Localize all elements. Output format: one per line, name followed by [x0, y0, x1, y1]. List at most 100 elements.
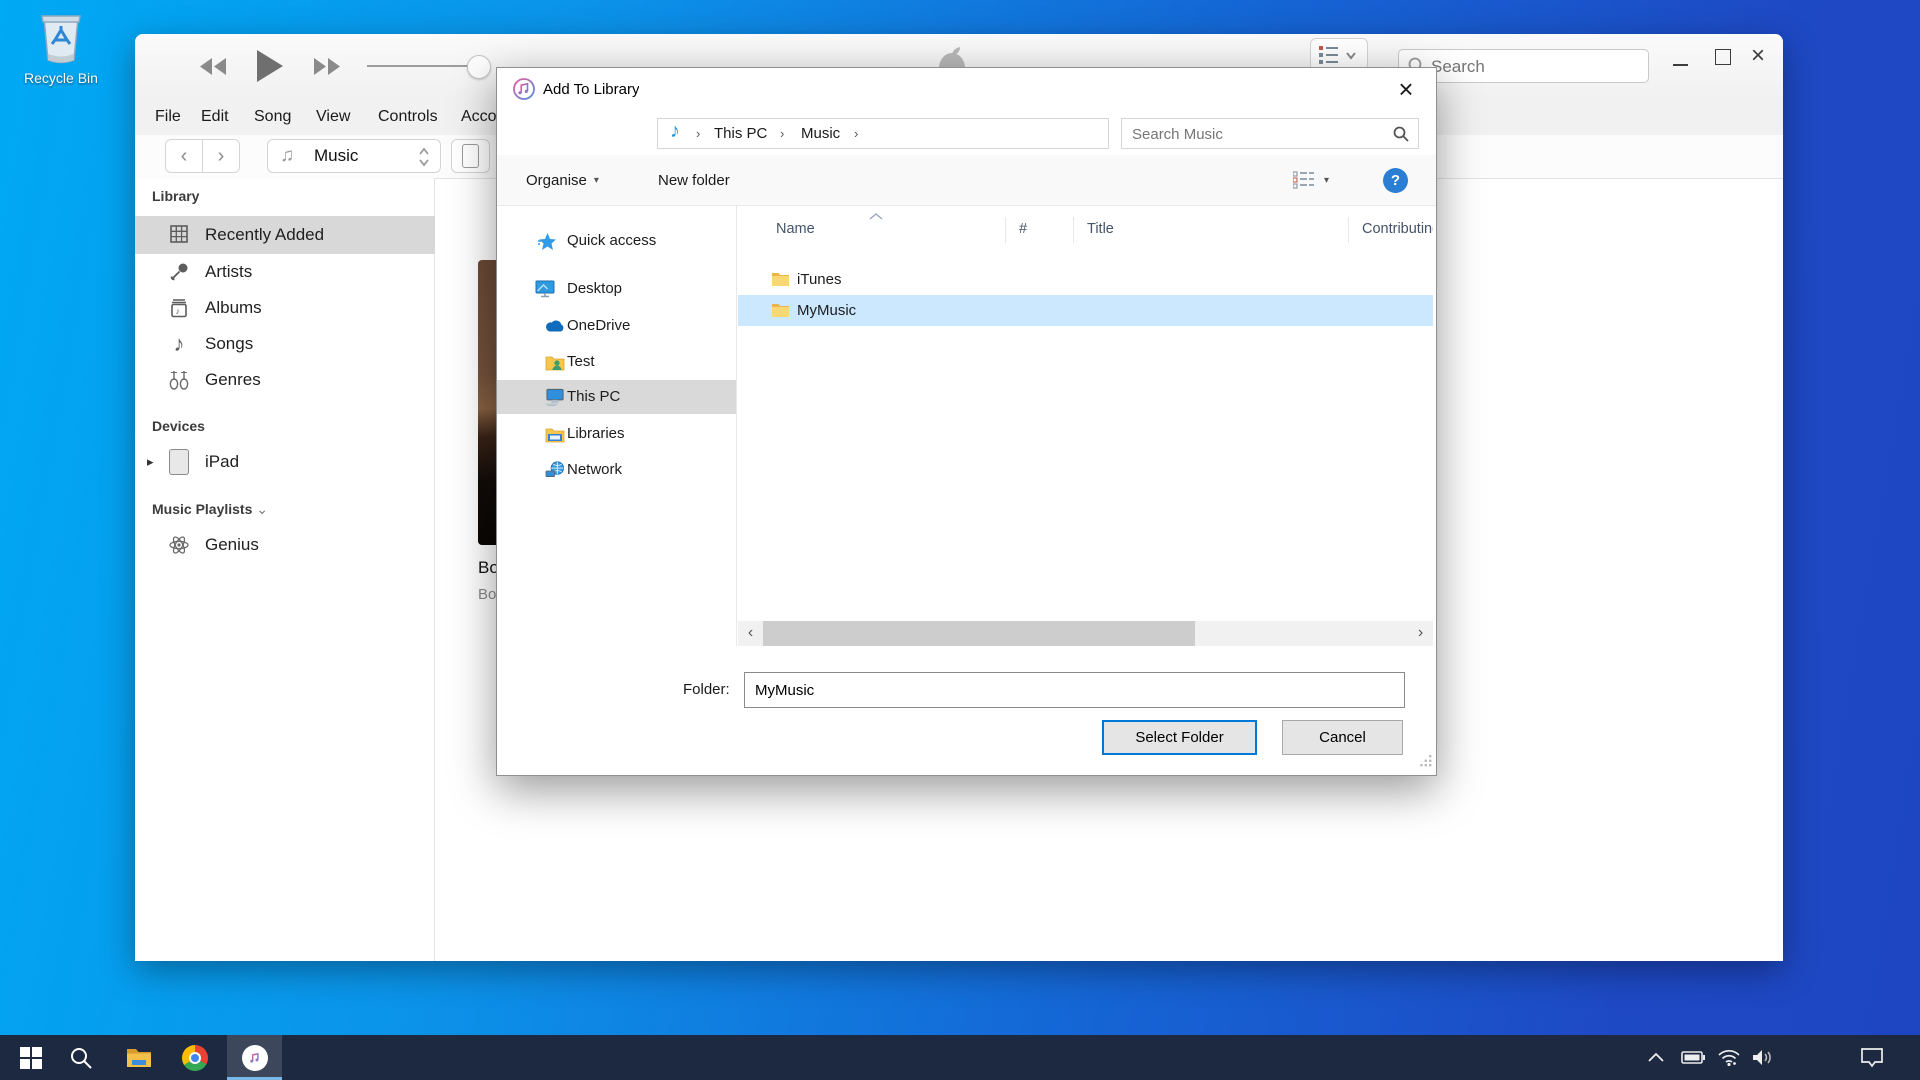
- sidebar-item-songs[interactable]: ♪ Songs: [135, 326, 435, 362]
- folder-name-input[interactable]: [744, 672, 1405, 708]
- collapse-chevron-icon: ⌄: [256, 501, 268, 517]
- menu-controls[interactable]: Controls: [378, 98, 438, 135]
- wifi-icon[interactable]: [1712, 1035, 1746, 1080]
- view-mode-button[interactable]: ▾: [1293, 155, 1329, 205]
- dialog-search-input[interactable]: [1130, 120, 1384, 149]
- help-button[interactable]: ?: [1383, 168, 1408, 193]
- close-button[interactable]: ×: [1751, 42, 1765, 70]
- breadcrumb-this-pc[interactable]: This PC: [714, 119, 767, 148]
- menu-view[interactable]: View: [316, 98, 350, 135]
- tree-item-test[interactable]: Test: [497, 344, 736, 380]
- scroll-left-arrow[interactable]: ‹: [738, 621, 763, 646]
- volume-slider-knob[interactable]: [467, 55, 491, 79]
- new-folder-button[interactable]: New folder: [658, 155, 730, 205]
- tree-item-onedrive[interactable]: OneDrive: [497, 308, 736, 344]
- quick-access-star-icon: [537, 231, 557, 251]
- library-selector-value: Music: [314, 146, 358, 166]
- resize-grip[interactable]: [1420, 754, 1432, 771]
- start-button[interactable]: [8, 1035, 54, 1080]
- dialog-title: Add To Library: [543, 68, 639, 111]
- file-row-mymusic-selected[interactable]: MyMusic: [738, 295, 1433, 326]
- itunes-search-input[interactable]: [1429, 51, 1643, 83]
- breadcrumb-sep[interactable]: ›: [854, 119, 858, 148]
- svg-text:♪: ♪: [176, 306, 181, 316]
- breadcrumb-sep: ›: [696, 119, 700, 148]
- onedrive-cloud-icon: [545, 316, 565, 336]
- folder-icon: [771, 271, 790, 291]
- sidebar-item-albums[interactable]: ♪ Albums: [135, 290, 435, 326]
- play-button[interactable]: [255, 50, 283, 87]
- column-header-title[interactable]: Title: [1087, 212, 1114, 246]
- folder-field-label: Folder:: [683, 672, 730, 708]
- windows-logo-icon: [20, 1047, 42, 1069]
- libraries-icon: [545, 424, 565, 444]
- ipad-device-icon: [165, 449, 193, 475]
- pane-divider[interactable]: [736, 206, 737, 646]
- scrollbar-thumb[interactable]: [763, 621, 1195, 646]
- taskbar-itunes-button[interactable]: [227, 1035, 282, 1080]
- tree-item-this-pc[interactable]: This PC: [497, 380, 736, 414]
- music-playlists-header[interactable]: Music Playlists ⌄: [152, 501, 268, 518]
- add-to-library-dialog: Add To Library × ← → ↑ ♪ › This PC › Mus…: [496, 67, 1437, 776]
- note-icon: ♪: [165, 331, 193, 357]
- recycle-bin-icon: [18, 10, 104, 68]
- horizontal-scrollbar[interactable]: ‹ ›: [738, 621, 1433, 646]
- library-selector[interactable]: ♫ Music: [267, 139, 441, 173]
- file-row-itunes[interactable]: iTunes: [738, 264, 1433, 295]
- action-center-icon[interactable]: [1852, 1035, 1892, 1080]
- minimize-button[interactable]: [1673, 64, 1688, 66]
- breadcrumb-bar[interactable]: ♪ › This PC › Music › ↻: [657, 118, 1109, 149]
- chevron-updown-icon: [418, 146, 430, 173]
- column-header-name[interactable]: Name: [776, 212, 815, 246]
- dialog-titlebar[interactable]: Add To Library ×: [497, 68, 1436, 111]
- sidebar-item-recently-added[interactable]: Recently Added: [135, 216, 435, 254]
- breadcrumb-music[interactable]: Music: [801, 119, 840, 148]
- tree-item-network[interactable]: Network: [497, 452, 736, 488]
- menu-song[interactable]: Song: [254, 98, 291, 135]
- tree-item-libraries[interactable]: Libraries: [497, 416, 736, 452]
- column-divider[interactable]: [1348, 217, 1349, 243]
- sidebar-item-artists[interactable]: Artists: [135, 254, 435, 290]
- itunes-app-icon: [513, 78, 535, 104]
- sort-ascending-icon: [869, 207, 883, 224]
- sidebar-item-genres[interactable]: Genres: [135, 362, 435, 398]
- search-icon[interactable]: [1393, 126, 1409, 146]
- dialog-search-box[interactable]: [1121, 118, 1419, 149]
- device-button[interactable]: [451, 139, 490, 173]
- dialog-close-icon[interactable]: ×: [1389, 72, 1423, 106]
- menu-file[interactable]: File: [155, 98, 181, 135]
- column-divider[interactable]: [1073, 217, 1074, 243]
- battery-icon[interactable]: [1676, 1035, 1710, 1080]
- tree-item-quick-access[interactable]: Quick access: [497, 223, 736, 259]
- column-divider[interactable]: [1005, 217, 1006, 243]
- volume-slider-track[interactable]: [367, 65, 479, 67]
- taskbar-search-button[interactable]: [58, 1035, 104, 1080]
- tray-expand-chevron[interactable]: [1640, 1035, 1672, 1080]
- forward-button[interactable]: [313, 58, 341, 80]
- tree-item-desktop[interactable]: Desktop: [497, 271, 736, 307]
- column-header-number[interactable]: #: [1019, 212, 1027, 246]
- cancel-button[interactable]: Cancel: [1282, 720, 1403, 755]
- nav-back-button[interactable]: ‹: [165, 139, 203, 173]
- organise-button[interactable]: Organise ▾: [526, 155, 599, 205]
- nav-forward-button[interactable]: ›: [202, 139, 240, 173]
- taskbar-file-explorer-button[interactable]: [116, 1035, 162, 1080]
- recycle-bin[interactable]: Recycle Bin: [18, 10, 104, 86]
- sidebar-item-ipad[interactable]: ▸ iPad: [135, 444, 435, 480]
- itunes-icon: [242, 1045, 268, 1071]
- breadcrumb-sep[interactable]: ›: [780, 119, 784, 148]
- dialog-address-row: ← → ↑ ♪ › This PC › Music › ↻: [497, 111, 1436, 155]
- microphone-icon: [165, 259, 193, 285]
- sidebar-item-genius[interactable]: Genius: [135, 527, 435, 563]
- volume-icon[interactable]: [1746, 1035, 1780, 1080]
- expand-caret-icon[interactable]: ▸: [147, 444, 154, 480]
- menu-edit[interactable]: Edit: [201, 98, 229, 135]
- rewind-button[interactable]: [199, 58, 227, 80]
- taskbar-chrome-button[interactable]: [172, 1035, 218, 1080]
- scroll-right-arrow[interactable]: ›: [1408, 621, 1433, 646]
- grid-icon: [165, 221, 193, 247]
- column-header-contributing-artists[interactable]: Contributing artists: [1362, 212, 1433, 246]
- desktop-icon: [535, 279, 555, 299]
- select-folder-button[interactable]: Select Folder: [1102, 720, 1257, 755]
- maximize-button[interactable]: [1715, 49, 1731, 65]
